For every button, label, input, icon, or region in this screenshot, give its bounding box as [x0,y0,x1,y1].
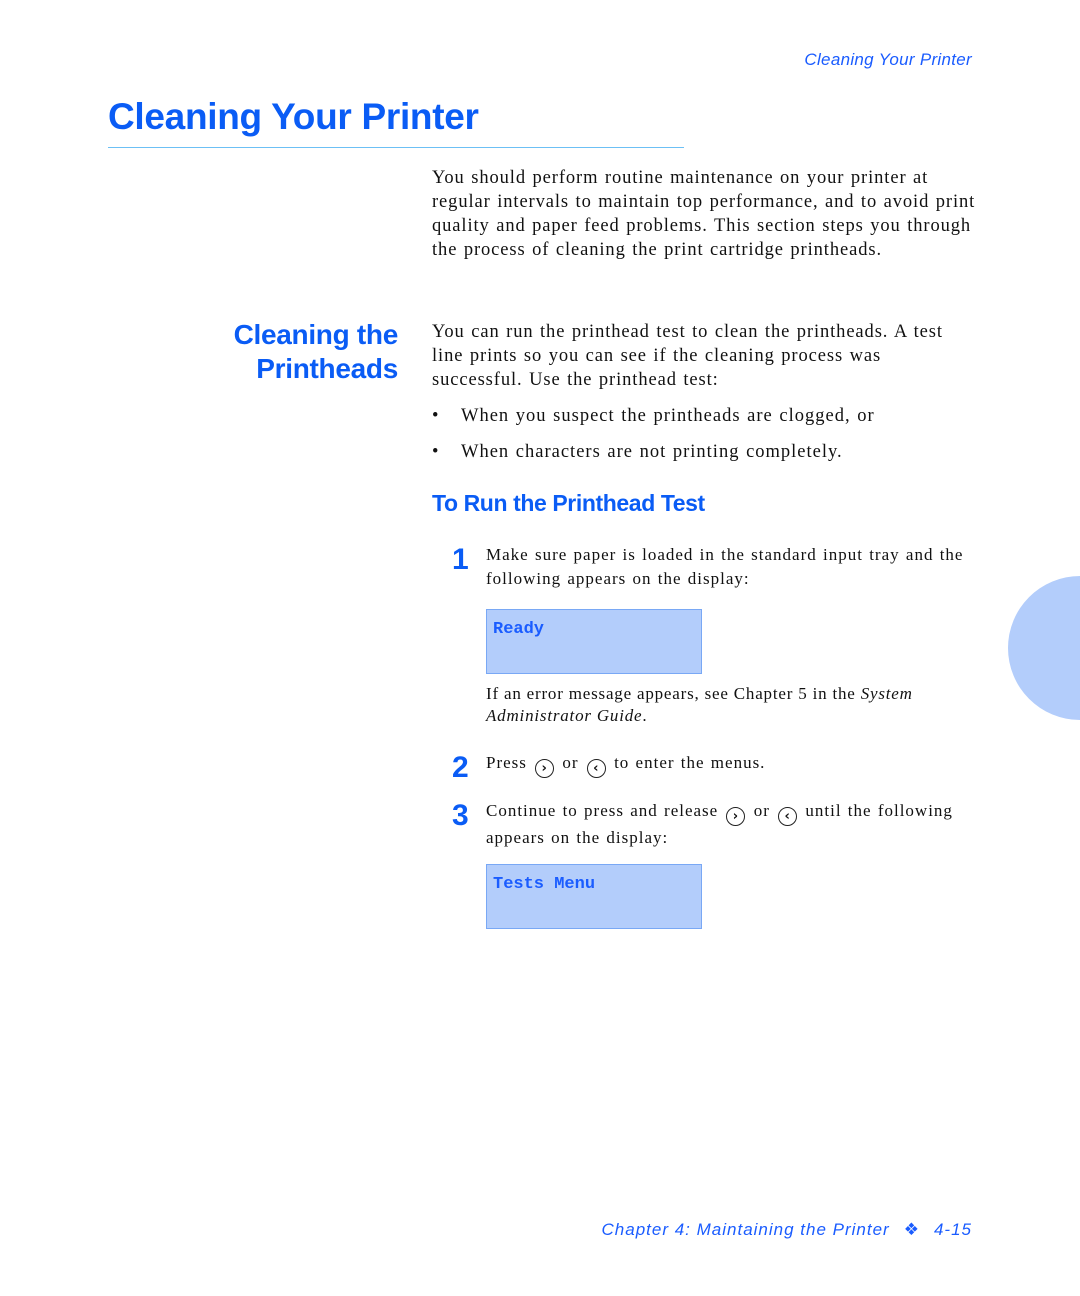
left-arrow-button-icon: ‹ [778,807,798,826]
chapter-tab-marker [1008,576,1080,720]
step-number: 2 [452,751,469,784]
step-number: 3 [452,799,469,832]
procedure-heading: To Run the Printhead Test [432,490,705,516]
lcd-display-ready: Ready [486,609,702,674]
running-header: Cleaning Your Printer [804,50,972,69]
right-arrow-button-icon: › [726,807,746,826]
section-heading-line1: Cleaning the [233,319,399,350]
left-arrow-button-icon: ‹ [586,759,606,778]
step-text: Press › or ‹ to enter the menus. [486,753,766,778]
separator-icon: ❖ [903,1220,920,1239]
list-item: • When characters are not printing comple… [432,442,843,462]
step-text: Continue to press and release › or ‹ unt… [486,801,953,847]
page-number: 4-15 [933,1220,972,1239]
step-text: Make sure paper is loaded in the standar… [486,545,964,588]
intro-paragraph: You should perform routine maintenance o… [432,168,976,260]
page-title: Cleaning Your Printer [108,96,479,137]
error-note: If an error message appears, see Chapter… [486,684,913,725]
bullet-icon: • [432,406,440,426]
step-number: 1 [452,543,469,576]
section-paragraph: You can run the printhead test to clean … [432,322,943,390]
lcd-display-tests-menu: Tests Menu [486,864,702,929]
title-divider [108,147,684,148]
bullet-list: • When you suspect the printheads are clo… [432,404,977,464]
lcd-text: Ready [493,620,545,639]
page-footer: Chapter 4: Maintaining the Printer ❖ 4-15 [602,1220,972,1240]
list-item: • When you suspect the printheads are clo… [432,406,875,426]
section-heading: Cleaning the Printheads [233,318,399,386]
lcd-text: Tests Menu [493,875,596,894]
section-heading-line2: Printheads [256,353,398,384]
bullet-icon: • [432,442,440,462]
section-body: You can run the printhead test to clean … [432,320,977,476]
footer-chapter: Chapter 4: Maintaining the Printer [601,1220,890,1239]
right-arrow-button-icon: › [535,759,555,778]
